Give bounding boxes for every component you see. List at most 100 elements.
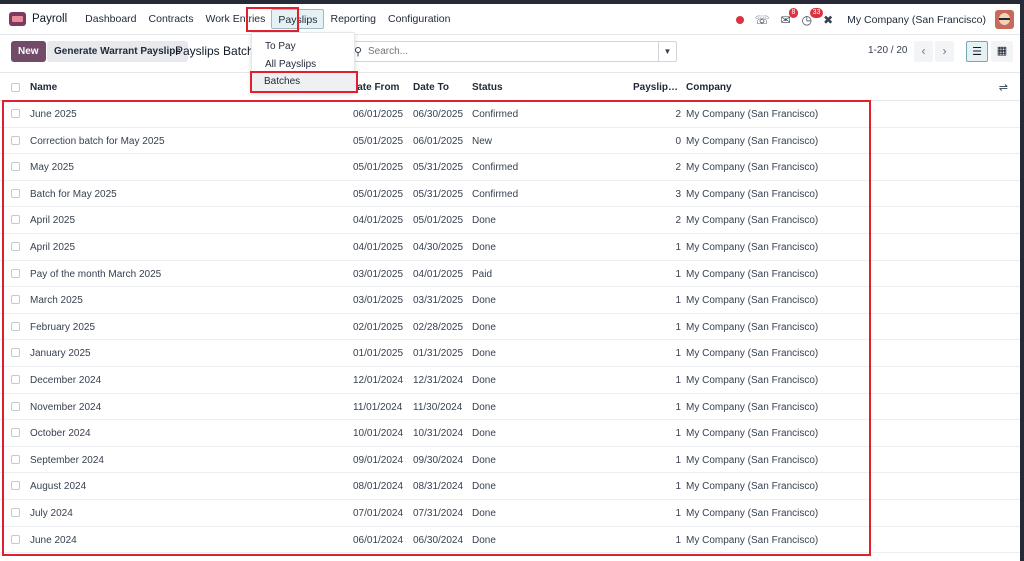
generate-warrant-payslips-button[interactable]: Generate Warrant Payslips (47, 41, 188, 62)
col-date-to[interactable]: Date To (413, 82, 449, 93)
select-all-checkbox[interactable] (11, 83, 20, 92)
row-payslips-count: 1 (675, 534, 681, 546)
row-status: Done (472, 241, 496, 253)
table-row[interactable]: July 2024 07/01/2024 07/31/2024 Done 1 My Com… (0, 500, 1020, 527)
menu-reporting[interactable]: Reporting (324, 9, 382, 29)
row-checkbox[interactable] (11, 534, 20, 544)
menu-item-all-payslips[interactable]: All Payslips (265, 59, 316, 70)
row-date-to: 05/01/2025 (413, 215, 464, 227)
table-row[interactable]: May 2025 05/01/2025 05/31/2025 Confirmed 2 My… (0, 154, 1020, 181)
table-row[interactable]: Pay of the month March 2025 03/01/2025 04/… (0, 261, 1020, 288)
top-navbar: Payroll Dashboard Contracts Work Entries… (0, 4, 1020, 35)
row-name: May 2025 (30, 162, 74, 174)
menu-payslips[interactable]: Payslips (271, 9, 325, 29)
row-date-to: 09/30/2024 (413, 454, 464, 466)
pager-prev-chevron-left-icon[interactable]: ‹ (914, 41, 933, 62)
table-row[interactable]: September 2024 09/01/2024 09/30/2024 Done 1 M… (0, 447, 1020, 474)
row-checkbox[interactable] (11, 135, 20, 145)
row-payslips-count: 2 (675, 109, 681, 120)
menu-dashboard[interactable]: Dashboard (79, 9, 142, 29)
row-name: Correction batch for May 2025 (30, 135, 165, 147)
row-checkbox[interactable] (11, 215, 20, 225)
col-payslips-count[interactable]: Payslips Count (633, 82, 680, 93)
new-button[interactable]: New (11, 41, 46, 62)
chat-badge: 8 (788, 7, 799, 18)
row-name: August 2024 (30, 481, 87, 493)
table-row[interactable]: April 2025 04/01/2025 05/01/2025 Done 2 My Co… (0, 207, 1020, 234)
menu-item-to-pay[interactable]: To Pay (265, 41, 296, 52)
table-row[interactable]: January 2025 01/01/2025 01/31/2025 Done 1 My … (0, 340, 1020, 367)
table-row[interactable]: December 2024 12/01/2024 12/31/2024 Done 1 My… (0, 367, 1020, 394)
row-company: My Company (San Francisco) (686, 481, 819, 493)
menu-contracts[interactable]: Contracts (143, 9, 200, 29)
batches-list: Name Date From Date To Status Payslips C… (0, 72, 1020, 561)
table-row[interactable]: April 2025 04/01/2025 04/30/2025 Done 1 My Co… (0, 234, 1020, 261)
search-options-chevron-down-icon[interactable]: ▼ (658, 42, 676, 61)
status-dot-icon[interactable] (735, 15, 744, 24)
row-checkbox[interactable] (11, 295, 20, 305)
row-checkbox[interactable] (11, 454, 20, 464)
pager-next-chevron-right-icon[interactable]: › (935, 41, 954, 62)
table-row[interactable]: March 2025 03/01/2025 03/31/2025 Done 1 My Co… (0, 287, 1020, 314)
row-name: June 2024 (30, 534, 77, 546)
row-status: Done (472, 454, 496, 466)
chat-icon[interactable]: ✉ 8 (781, 7, 799, 27)
col-date-from[interactable]: Date From (350, 82, 404, 93)
menu-configuration[interactable]: Configuration (382, 9, 456, 29)
menu-item-batches[interactable]: Batches (251, 72, 357, 91)
row-date-from: 10/01/2024 (353, 428, 404, 440)
table-row[interactable]: Batch for May 2025 05/01/2025 05/31/2025 Co… (0, 181, 1020, 208)
col-name[interactable]: Name (30, 82, 57, 93)
tools-icon[interactable]: ✖ (823, 13, 833, 27)
activity-badge: 33 (809, 7, 824, 18)
col-company[interactable]: Company (686, 82, 732, 93)
row-date-from: 04/01/2025 (353, 215, 404, 227)
row-date-from: 06/01/2025 (353, 109, 404, 120)
table-row[interactable]: Correction batch for May 2025 05/01/2025 0… (0, 128, 1020, 155)
clock-icon[interactable]: ◷ 33 (802, 7, 824, 27)
row-company: My Company (San Francisco) (686, 454, 819, 466)
menu-work-entries[interactable]: Work Entries (199, 9, 271, 29)
payroll-app-icon[interactable] (9, 12, 26, 26)
app-name[interactable]: Payroll (32, 13, 67, 25)
table-row[interactable]: October 2024 10/01/2024 10/31/2024 Done 1 My … (0, 420, 1020, 447)
col-status[interactable]: Status (472, 82, 503, 93)
row-status: Done (472, 401, 496, 413)
table-row[interactable]: June 2024 06/01/2024 06/30/2024 Done 1 My Com… (0, 527, 1020, 554)
user-avatar[interactable] (995, 10, 1014, 29)
row-checkbox[interactable] (11, 268, 20, 278)
phone-icon[interactable]: ☏ (755, 13, 770, 27)
row-checkbox[interactable] (11, 109, 20, 118)
search-input[interactable] (368, 42, 658, 61)
row-checkbox[interactable] (11, 241, 20, 251)
row-status: Done (472, 321, 496, 333)
row-checkbox[interactable] (11, 428, 20, 438)
row-date-from: 09/01/2024 (353, 454, 404, 466)
row-date-to: 06/30/2025 (413, 109, 464, 120)
row-checkbox[interactable] (11, 348, 20, 358)
row-status: Paid (472, 268, 493, 280)
row-checkbox[interactable] (11, 481, 20, 491)
row-checkbox[interactable] (11, 507, 20, 517)
row-payslips-count: 1 (675, 241, 681, 253)
row-payslips-count: 2 (675, 162, 681, 174)
kanban-view-icon[interactable]: ▦ (991, 41, 1013, 62)
list-view-icon[interactable]: ☰ (966, 41, 988, 62)
row-checkbox[interactable] (11, 321, 20, 331)
column-settings-icon[interactable]: ⇌ (999, 81, 1008, 94)
company-switcher[interactable]: My Company (San Francisco) (847, 14, 986, 26)
row-company: My Company (San Francisco) (686, 374, 819, 386)
navbar-systray: ☏ ✉ 8 ◷ 33 ✖ My Company (San Francisco) (735, 4, 1014, 35)
row-checkbox[interactable] (11, 374, 20, 384)
row-name: Pay of the month March 2025 (30, 268, 162, 280)
table-row[interactable]: November 2024 11/01/2024 11/30/2024 Done 1 My… (0, 394, 1020, 421)
row-checkbox[interactable] (11, 401, 20, 411)
row-payslips-count: 1 (675, 374, 681, 386)
row-company: My Company (San Francisco) (686, 348, 819, 360)
row-checkbox[interactable] (11, 162, 20, 172)
table-row[interactable]: February 2025 02/01/2025 02/28/2025 Done 1 My… (0, 314, 1020, 341)
pager-value[interactable]: 1-20 / 20 (868, 45, 907, 56)
table-row[interactable]: June 2025 06/01/2025 06/30/2025 Confirmed 2 M… (0, 101, 1020, 128)
row-checkbox[interactable] (11, 188, 20, 198)
table-row[interactable]: August 2024 08/01/2024 08/31/2024 Done 1 My C… (0, 473, 1020, 500)
